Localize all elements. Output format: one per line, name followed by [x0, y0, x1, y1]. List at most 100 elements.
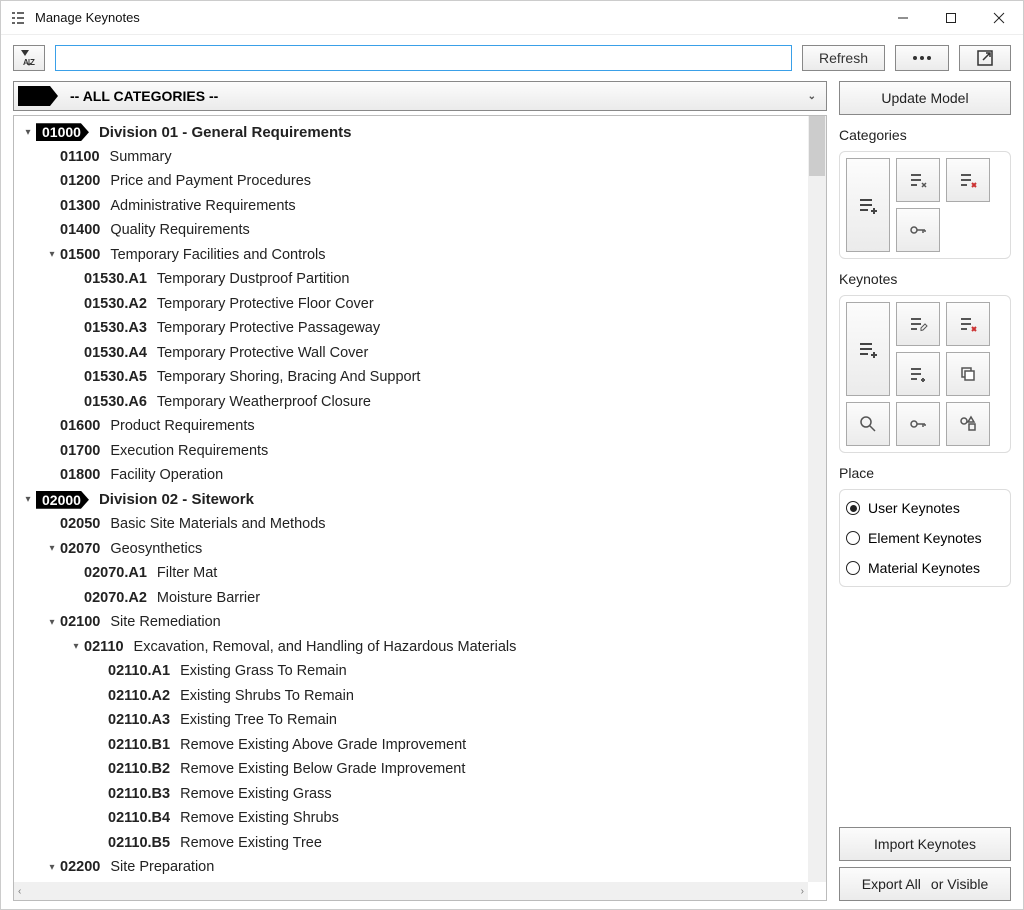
- more-button[interactable]: [895, 45, 949, 71]
- expander-icon[interactable]: ▾: [70, 641, 82, 652]
- expander-icon[interactable]: ▾: [46, 543, 58, 554]
- node-code: 01530.A6: [84, 394, 147, 410]
- keynote-add-button[interactable]: [846, 302, 890, 396]
- node-label: Division 01 - General Requirements: [99, 124, 352, 141]
- refresh-button[interactable]: Refresh: [802, 45, 885, 71]
- category-delete-button[interactable]: [946, 158, 990, 202]
- window-title: Manage Keynotes: [35, 10, 140, 25]
- tree-node[interactable]: 02070.A1 Filter Mat: [14, 561, 808, 586]
- tree-node[interactable]: 01530.A6Temporary Weatherproof Closure: [14, 390, 808, 415]
- category-edit-button[interactable]: [896, 158, 940, 202]
- keynote-delete-button[interactable]: [946, 302, 990, 346]
- tree-node[interactable]: 02110.B4Remove Existing Shrubs: [14, 806, 808, 831]
- keynote-shapes-button[interactable]: [946, 402, 990, 446]
- category-add-button[interactable]: [846, 158, 890, 252]
- update-model-button[interactable]: Update Model: [839, 81, 1011, 115]
- maximize-button[interactable]: [927, 1, 975, 35]
- tree-node[interactable]: 02110.A2Existing Shrubs To Remain: [14, 684, 808, 709]
- node-code: 02200: [60, 859, 100, 875]
- node-label: Filter Mat: [157, 565, 217, 581]
- tree-node[interactable]: 01300Administrative Requirements: [14, 194, 808, 219]
- tree-node[interactable]: 01100Summary: [14, 145, 808, 170]
- node-code: 02000: [36, 491, 89, 509]
- node-code: 02110.B2: [108, 761, 170, 777]
- category-key-button[interactable]: [896, 208, 940, 252]
- expander-icon[interactable]: ▾: [46, 862, 58, 873]
- tree-node[interactable]: ▾02200Site Preparation: [14, 855, 808, 880]
- horizontal-scrollbar[interactable]: ‹›: [14, 882, 808, 900]
- tree-node[interactable]: ▾02070 Geosynthetics: [14, 537, 808, 562]
- expander-icon[interactable]: ▾: [46, 617, 58, 628]
- node-code: 02110.B1: [108, 737, 170, 753]
- radio-material-keynotes[interactable]: Material Keynotes: [846, 556, 1004, 580]
- tree-node[interactable]: 02110.B3Remove Existing Grass: [14, 782, 808, 807]
- node-label: Remove Existing Tree: [180, 835, 322, 851]
- expander-icon[interactable]: ▾: [46, 249, 58, 260]
- node-code: 02070: [60, 541, 100, 557]
- close-button[interactable]: [975, 1, 1023, 35]
- tree-node[interactable]: ▾02000Division 02 - Sitework: [14, 488, 808, 513]
- tree-node[interactable]: 02110.B1Remove Existing Above Grade Impr…: [14, 733, 808, 758]
- node-label: Basic Site Materials and Methods: [110, 516, 325, 532]
- vertical-scrollbar[interactable]: [808, 116, 826, 882]
- keynotes-panel: [839, 295, 1011, 453]
- svg-text:Z: Z: [30, 58, 35, 67]
- tree-node[interactable]: ▾01000Division 01 - General Requirements: [14, 120, 808, 145]
- node-code: 01700: [60, 443, 100, 459]
- keynote-copy-button[interactable]: [946, 352, 990, 396]
- tree-node[interactable]: 01400Quality Requirements: [14, 218, 808, 243]
- open-external-button[interactable]: [959, 45, 1011, 71]
- tree-node[interactable]: 01800Facility Operation: [14, 463, 808, 488]
- node-code: 01300: [60, 198, 100, 214]
- node-label: Excavation, Removal, and Handling of Haz…: [134, 639, 517, 655]
- tree-node[interactable]: 01530.A1Temporary Dustproof Partition: [14, 267, 808, 292]
- node-code: 01200: [60, 173, 100, 189]
- node-code: 01500: [60, 247, 100, 263]
- node-code: 01800: [60, 467, 100, 483]
- node-code: 02070.A1: [84, 565, 147, 581]
- node-code: 01530.A2: [84, 296, 147, 312]
- export-all-button[interactable]: Export All: [862, 876, 921, 892]
- keynote-search-button[interactable]: [846, 402, 890, 446]
- node-code: 02110.A1: [108, 663, 170, 679]
- tree-node[interactable]: 01530.A4Temporary Protective Wall Cover: [14, 341, 808, 366]
- radio-user-keynotes[interactable]: User Keynotes: [846, 496, 1004, 520]
- expander-icon[interactable]: ▾: [22, 127, 34, 138]
- node-code: 02110: [84, 639, 124, 655]
- node-label: Existing Grass To Remain: [180, 663, 347, 679]
- import-keynotes-button[interactable]: Import Keynotes: [839, 827, 1011, 861]
- node-label: Product Requirements: [110, 418, 254, 434]
- node-code: 01530.A3: [84, 320, 147, 336]
- tree-node[interactable]: 02070.A2Moisture Barrier: [14, 586, 808, 611]
- tree-node[interactable]: 02110.A1 Existing Grass To Remain: [14, 659, 808, 684]
- place-panel: User Keynotes Element Keynotes Material …: [839, 489, 1011, 587]
- tree-node[interactable]: 02110.A3Existing Tree To Remain: [14, 708, 808, 733]
- minimize-button[interactable]: [879, 1, 927, 35]
- tree-node[interactable]: 01600 Product Requirements: [14, 414, 808, 439]
- tree-node[interactable]: 01530.A2Temporary Protective Floor Cover: [14, 292, 808, 317]
- tree-node[interactable]: 01700Execution Requirements: [14, 439, 808, 464]
- expander-icon[interactable]: ▾: [22, 494, 34, 505]
- export-visible-button[interactable]: or Visible: [931, 876, 988, 892]
- tree-node[interactable]: ▾02100Site Remediation: [14, 610, 808, 635]
- tree-node[interactable]: 02050Basic Site Materials and Methods: [14, 512, 808, 537]
- category-dropdown[interactable]: -- ALL CATEGORIES -- ⌄: [13, 81, 827, 111]
- search-input[interactable]: [55, 45, 792, 71]
- tree-node[interactable]: 01200Price and Payment Procedures: [14, 169, 808, 194]
- node-label: Site Remediation: [110, 614, 220, 630]
- sort-button[interactable]: AZ: [13, 45, 45, 71]
- keynote-add-sub-button[interactable]: [896, 352, 940, 396]
- tree-node[interactable]: 01530.A3Temporary Protective Passageway: [14, 316, 808, 341]
- keynote-edit-button[interactable]: [896, 302, 940, 346]
- node-code: 01600: [60, 418, 100, 434]
- tree-node[interactable]: 02110.B5Remove Existing Tree: [14, 831, 808, 856]
- node-label: Geosynthetics: [110, 541, 202, 557]
- tree-node[interactable]: 02110.B2Remove Existing Below Grade Impr…: [14, 757, 808, 782]
- node-code: 01530.A1: [84, 271, 147, 287]
- keynote-key-button[interactable]: [896, 402, 940, 446]
- radio-element-keynotes[interactable]: Element Keynotes: [846, 526, 1004, 550]
- tree-node[interactable]: 01530.A5Temporary Shoring, Bracing And S…: [14, 365, 808, 390]
- tree-node[interactable]: ▾01500 Temporary Facilities and Controls: [14, 243, 808, 268]
- tree-node[interactable]: ▾02110 Excavation, Removal, and Handling …: [14, 635, 808, 660]
- node-label: Temporary Facilities and Controls: [110, 247, 325, 263]
